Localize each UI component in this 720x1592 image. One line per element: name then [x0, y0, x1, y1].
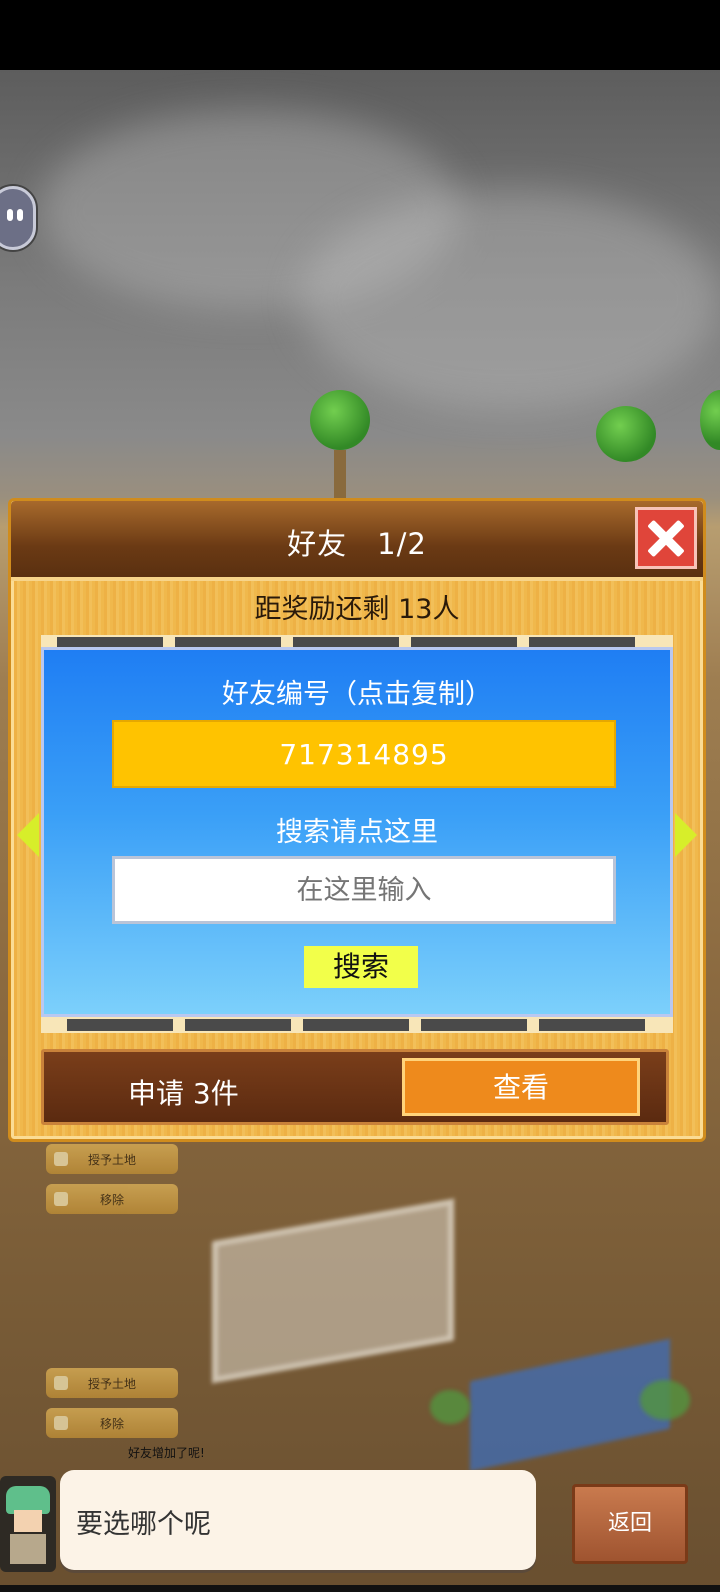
avatar [0, 1476, 56, 1572]
back-button[interactable]: 返回 [572, 1484, 688, 1564]
remove-icon [54, 1192, 68, 1206]
friends-panel: 好友 1/2 距奖励还剩 13人 好友编号（点击复制） 717314895 搜索… [8, 498, 706, 1142]
slot [539, 1019, 645, 1031]
slot [421, 1019, 527, 1031]
friend-id-label: 好友编号（点击复制） [222, 679, 492, 710]
land-icon [54, 1376, 68, 1390]
grant-land-button[interactable]: 授予土地 [46, 1144, 178, 1174]
tree [700, 390, 720, 450]
search-label: 搜索请点这里 [276, 817, 438, 848]
side-menu-pill[interactable] [0, 186, 36, 250]
grant-land-button[interactable]: 授予土地 [46, 1368, 178, 1398]
right-arrow-icon[interactable] [675, 813, 697, 857]
land-icon [54, 1152, 68, 1166]
view-requests-button[interactable]: 查看 [402, 1058, 640, 1116]
remove-button[interactable]: 移除 [46, 1184, 178, 1214]
slot-row-bottom [41, 1017, 673, 1033]
cloud [300, 190, 720, 410]
search-button[interactable]: 搜索 [304, 946, 418, 988]
status-bar [0, 0, 720, 70]
friend-id-search-panel: 好友编号（点击复制） 717314895 搜索请点这里 搜索 [41, 647, 673, 1017]
slot [67, 1019, 173, 1031]
reward-remaining-text: 距奖励还剩 13人 [254, 594, 460, 625]
remove-button[interactable]: 移除 [46, 1408, 178, 1438]
tree [596, 406, 656, 462]
remove-icon [54, 1416, 68, 1430]
remove-label: 移除 [99, 1192, 124, 1207]
close-icon[interactable] [635, 507, 697, 569]
house [212, 1198, 454, 1384]
pause-pill-icon [7, 209, 13, 221]
requests-bar: 申请 3件 查看 [41, 1049, 669, 1125]
bottom-edge [0, 1585, 720, 1592]
grant-land-label: 授予土地 [87, 1152, 136, 1167]
panel-title: 好友 1/2 [287, 527, 427, 561]
avatar-body [10, 1534, 46, 1564]
notification-text: 好友增加了呢! [128, 1446, 205, 1460]
panel-title-bar: 好友 1/2 [11, 501, 703, 581]
dialog-box: 要选哪个呢 [60, 1470, 536, 1570]
search-input[interactable] [112, 856, 616, 924]
avatar-face [14, 1510, 42, 1532]
left-arrow-icon[interactable] [17, 813, 39, 857]
remove-label: 移除 [99, 1416, 124, 1431]
slot [185, 1019, 291, 1031]
bush [640, 1380, 690, 1420]
grant-land-label: 授予土地 [87, 1376, 136, 1391]
tree [310, 390, 370, 450]
slot [303, 1019, 409, 1031]
requests-count-text: 申请 3件 [128, 1077, 239, 1110]
bush [430, 1390, 470, 1424]
dialog-text: 要选哪个呢 [76, 1509, 211, 1540]
friend-id-copy-box[interactable]: 717314895 [112, 720, 616, 788]
pause-pill-icon-bar [17, 209, 23, 221]
